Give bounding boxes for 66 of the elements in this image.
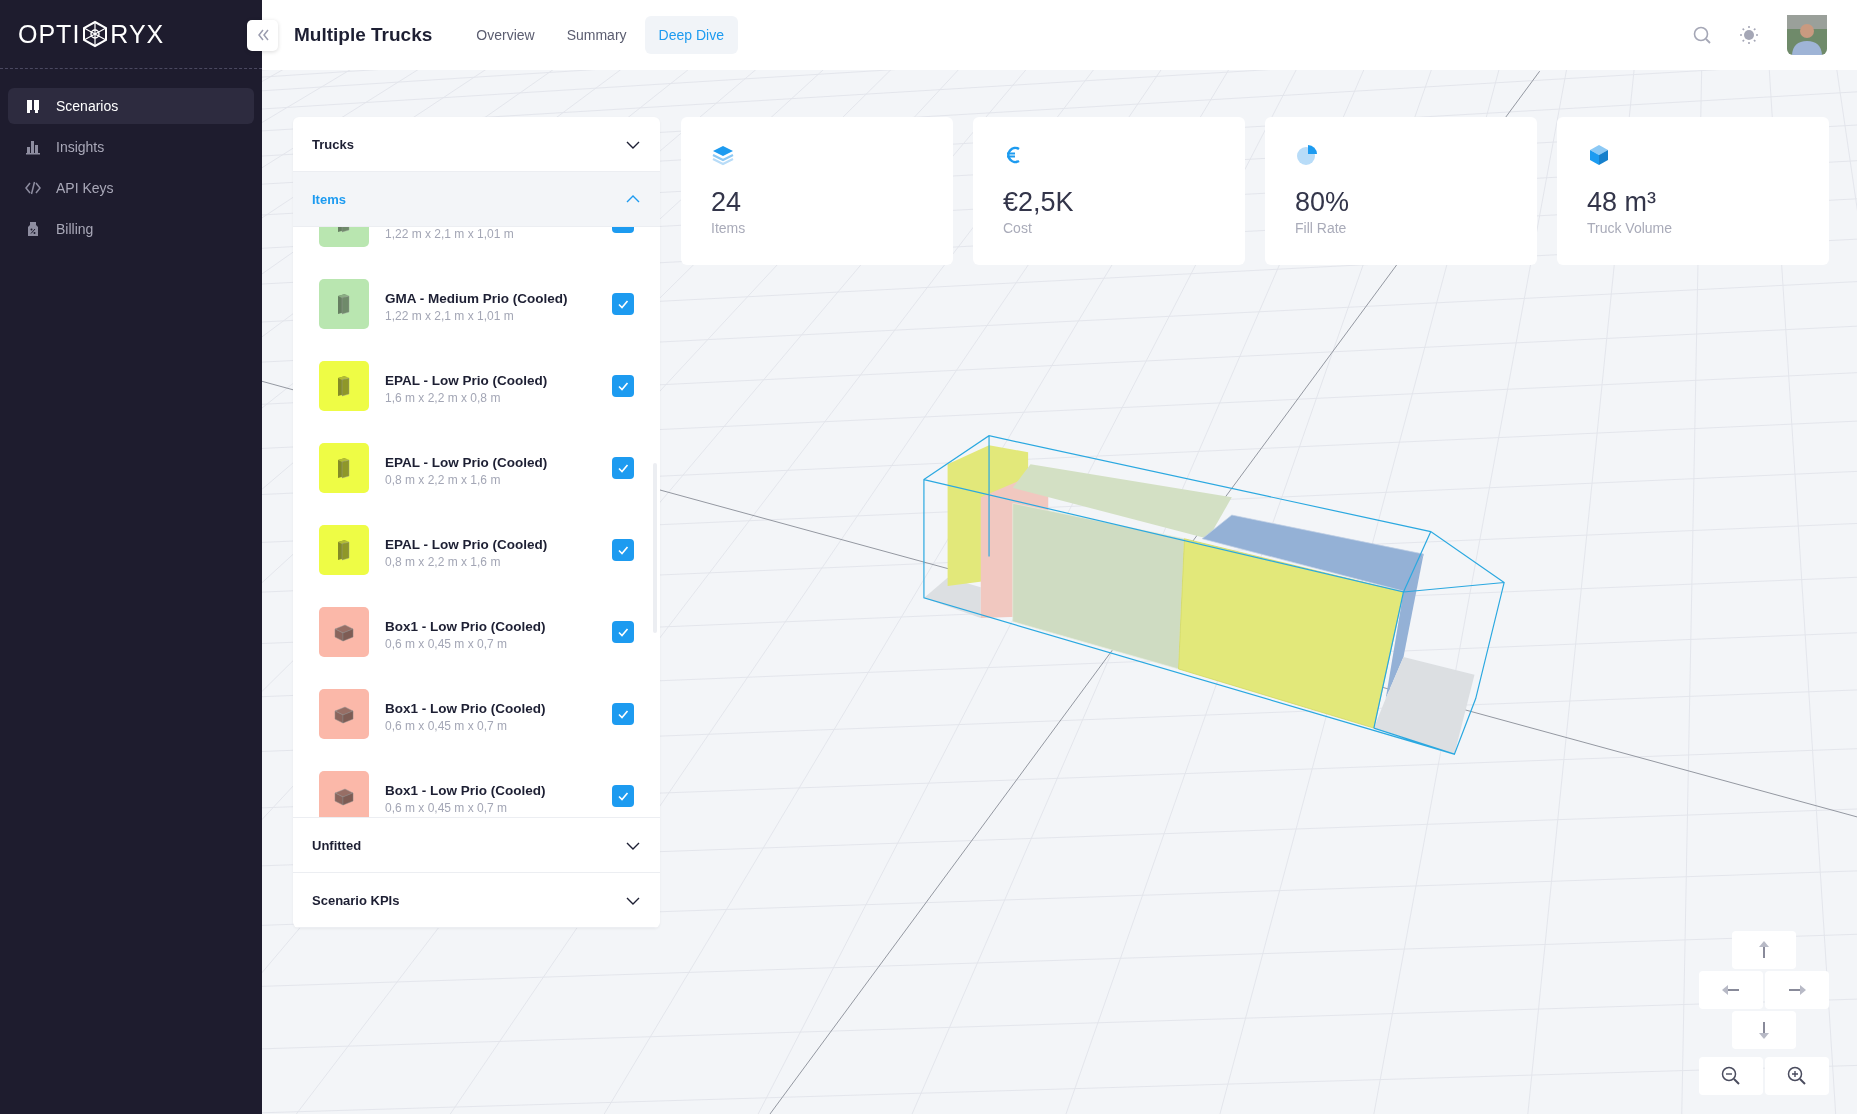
pie-chart-icon xyxy=(1295,143,1319,167)
accordion-header[interactable]: Unfitted xyxy=(293,818,660,873)
section-title: Items xyxy=(312,191,346,207)
nav-item[interactable]: Billing xyxy=(8,211,254,247)
checkbox[interactable] xyxy=(612,785,634,807)
kpi-value: 80% xyxy=(1295,188,1351,218)
checkbox[interactable] xyxy=(612,293,634,315)
checkbox[interactable] xyxy=(612,457,634,479)
zoom-in-icon xyxy=(1787,1066,1807,1086)
item-name: EPAL - Low Prio (Cooled) xyxy=(385,537,549,552)
bar-chart-icon xyxy=(25,139,41,155)
item-name: Box1 - Low Prio (Cooled) xyxy=(385,619,547,634)
item-dimensions: 1,6 m x 2,2 m x 0,8 m xyxy=(385,391,502,405)
checkbox[interactable] xyxy=(612,703,634,725)
layers-icon xyxy=(711,143,735,167)
kpi-value: 48 m³ xyxy=(1587,188,1658,218)
checkbox[interactable] xyxy=(612,375,634,397)
item-name: EPAL - Low Prio (Cooled) xyxy=(385,373,549,388)
item-name: Box1 - Low Prio (Cooled) xyxy=(385,783,547,798)
user-avatar[interactable] xyxy=(1787,15,1827,55)
kpi-label: Truck Volume xyxy=(1587,219,1674,236)
tab[interactable]: Summary xyxy=(552,16,641,54)
price-tag-icon xyxy=(25,221,41,237)
search-icon[interactable] xyxy=(1693,26,1711,44)
kpi-label: Cost xyxy=(1003,219,1033,236)
item-dimensions: 0,6 m x 0,45 m x 0,7 m xyxy=(385,637,509,651)
sun-icon[interactable] xyxy=(1739,25,1759,45)
nav-item[interactable]: API Keys xyxy=(8,170,254,206)
kpi-value: 24 xyxy=(711,188,743,218)
section-title: Scenario KPIs xyxy=(312,892,400,908)
section-title: Trucks xyxy=(312,136,354,152)
logo-text: RYX xyxy=(110,19,165,49)
item-dimensions: 0,6 m x 0,45 m x 0,7 m xyxy=(385,719,509,733)
cube-icon xyxy=(1587,143,1611,167)
page-title: Multiple Trucks xyxy=(294,24,433,46)
nav-item[interactable]: Scenarios xyxy=(8,88,254,124)
nav-item[interactable]: Insights xyxy=(8,129,254,165)
item-dimensions: 0,6 m x 0,45 m x 0,7 m xyxy=(385,801,509,815)
item-dimensions: 1,22 m x 2,1 m x 1,01 m xyxy=(385,309,515,323)
logo-icon xyxy=(81,20,110,48)
kpi-value: €2,5K xyxy=(1003,188,1075,218)
item-name: EPAL - Low Prio (Cooled) xyxy=(385,455,549,470)
pan-left-button[interactable] xyxy=(1699,971,1763,1009)
item-dimensions: 1,22 m x 2,1 m x 1,01 m xyxy=(385,227,515,241)
checkbox[interactable] xyxy=(612,539,634,561)
test-tubes-icon xyxy=(25,98,41,114)
zoom-out-button[interactable] xyxy=(1699,1057,1763,1095)
logo-text: OPTI xyxy=(18,19,81,49)
zoom-in-button[interactable] xyxy=(1765,1057,1829,1095)
item-dimensions: 0,8 m x 2,2 m x 1,6 m xyxy=(385,555,502,569)
pan-up-button[interactable] xyxy=(1732,931,1796,969)
double-chevron-left-icon xyxy=(255,28,270,42)
tab[interactable]: Overview xyxy=(462,16,549,54)
pan-down-button[interactable] xyxy=(1732,1011,1796,1049)
item-name: GMA - Medium Prio (Cooled) xyxy=(385,291,569,306)
item-dimensions: 0,8 m x 2,2 m x 1,6 m xyxy=(385,473,502,487)
kpi-label: Fill Rate xyxy=(1295,219,1348,236)
checkbox[interactable] xyxy=(612,621,634,643)
section-title: Unfitted xyxy=(312,837,362,853)
zoom-out-icon xyxy=(1721,1066,1741,1086)
kpi-label: Items xyxy=(711,219,747,236)
item-name: Box1 - Low Prio (Cooled) xyxy=(385,701,547,716)
accordion-header[interactable]: Scenario KPIs xyxy=(293,873,660,928)
collapse-sidebar-button[interactable] xyxy=(247,19,278,51)
pan-right-button[interactable] xyxy=(1765,971,1829,1009)
code-icon xyxy=(25,180,41,196)
